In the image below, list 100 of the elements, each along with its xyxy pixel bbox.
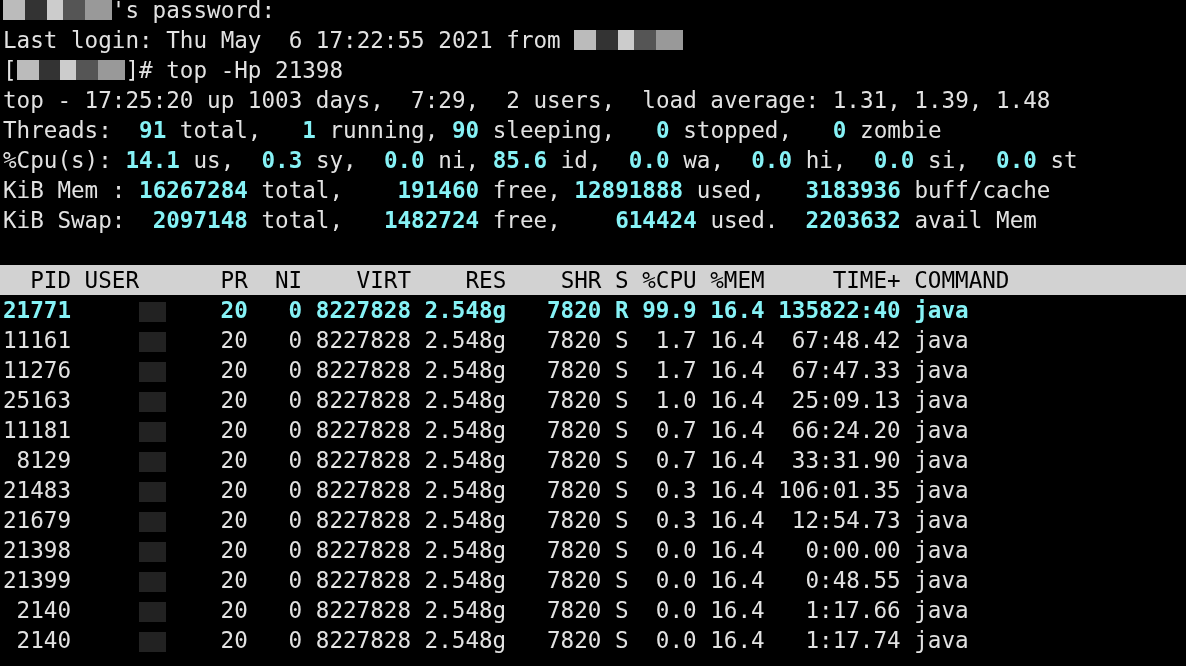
table-cell-text: 20 [219,296,248,325]
table-cell-text: 0 [287,416,303,445]
column-header: NI [274,266,303,295]
table-cell-text: java [913,506,970,535]
table-cell-text: 7820 [546,446,602,475]
table-cell-text: 2.548g [423,566,507,595]
stat-value: 0.0 [750,146,793,175]
stat-value: 1 [301,116,316,145]
column-header: USER [83,266,140,295]
table-cell-text: 1.7 [654,356,697,385]
table-cell-text: 16.4 [709,506,765,535]
terminal-text: sleeping, [491,116,617,145]
terminal-text: %Cpu(s): [3,146,112,175]
table-cell-text: 0 [287,356,303,385]
stat-value: 91 [138,116,167,145]
terminal-text: Last login: Thu May 6 17:22:55 2021 from [3,26,562,55]
terminal-text: KiB Mem : [3,176,127,205]
table-cell-text: 0.3 [654,476,697,505]
terminal-text: running, [328,116,440,145]
table-cell-text: 8227828 [314,296,412,325]
table-cell-text: 11181 [3,416,71,445]
table-cell-text: 11276 [3,356,71,385]
table-cell-text: S [614,566,629,595]
terminal-text: hi, [804,146,848,175]
table-cell-text: java [913,446,970,475]
stat-value: 1482724 [382,206,480,235]
terminal-text: 's password: [111,0,276,25]
terminal-text: sy, [314,146,358,175]
terminal-text: us, [192,146,236,175]
table-cell-text: 2.548g [423,626,507,655]
table-cell-text: 7820 [546,326,602,355]
table-cell-text: java [913,326,970,355]
table-cell-text: 16.4 [709,476,765,505]
table-cell-text: 67:47.33 [790,356,901,385]
stat-value: 191460 [396,176,480,205]
table-cell-text: 8227828 [314,566,412,595]
table-cell-text: 1.7 [654,326,697,355]
stat-value: 2097148 [151,206,248,235]
table-cell-text: 0.0 [654,566,697,595]
stat-value: 85.6 [491,146,548,175]
table-cell-text: S [614,356,629,385]
table-cell-text: 7820 [546,536,602,565]
table-cell-text: 20 [219,356,248,385]
redacted-block [139,601,167,622]
column-header: %MEM [709,266,765,295]
table-cell-text: 8227828 [314,386,412,415]
table-cell-text: 21399 [3,566,71,595]
table-cell-text: 0.7 [654,446,697,475]
terminal-text: wa, [682,146,725,175]
stat-value: 3183936 [804,176,901,205]
table-cell-text: 16.4 [709,626,765,655]
table-cell-text: 20 [219,536,248,565]
table-cell-text: 0 [287,566,303,595]
table-cell-text: 7820 [546,386,602,415]
table-cell-text: 0 [287,386,303,415]
table-cell-text: 2.548g [423,536,507,565]
terminal-text: id, [559,146,603,175]
table-cell-text: 67:48.42 [790,326,901,355]
table-cell-text: 7820 [546,416,602,445]
table-cell-text: 0 [287,476,303,505]
table-cell-text: S [614,626,629,655]
table-cell-text: 0.0 [654,536,697,565]
table-cell-text: 66:24.20 [790,416,901,445]
terminal-text: used, [695,176,766,205]
table-cell-text: 2.548g [423,416,507,445]
table-cell-text: 106:01.35 [777,476,901,505]
table-cell-text: 16.4 [709,446,765,475]
table-cell-text: 20 [219,476,248,505]
column-header: COMMAND [913,266,1011,295]
table-cell-text: 20 [219,326,248,355]
table-cell-text: 16.4 [709,536,765,565]
table-cell-text: 25163 [3,386,71,415]
terminal-text: top - 17:25:20 up 1003 days, 7:29, 2 users, load average: 1.31, 1.39, 1.48 [3,86,1051,115]
column-header: PR [219,266,248,295]
table-cell-text: 0:48.55 [804,566,901,595]
table-cell-text: 2140 [15,596,71,625]
table-cell-text: 20 [219,596,248,625]
table-cell-text: 20 [219,506,248,535]
table-cell-text: 0 [287,326,303,355]
table-cell-text: 0 [287,506,303,535]
terminal-text: free, [491,176,562,205]
table-cell-text: S [614,506,629,535]
column-header: SHR [559,266,602,295]
stat-value: 90 [451,116,480,145]
redacted-block [139,541,167,562]
table-cell-text: R [614,296,629,325]
column-header: %CPU [641,266,697,295]
column-header: RES [464,266,507,295]
table-cell-text: S [614,386,629,415]
table-cell-text: java [913,596,970,625]
stat-value: 0.0 [872,146,915,175]
table-cell-text: 21679 [3,506,71,535]
table-cell-text: 16.4 [709,296,765,325]
table-cell-text: 2.548g [423,356,507,385]
table-cell-text: 8227828 [314,326,412,355]
table-cell-text: 7820 [546,626,602,655]
terminal-text: ni, [437,146,480,175]
terminal-text: free, [491,206,562,235]
stat-value: 12891888 [574,176,684,205]
table-cell-text: 12:54.73 [790,506,901,535]
